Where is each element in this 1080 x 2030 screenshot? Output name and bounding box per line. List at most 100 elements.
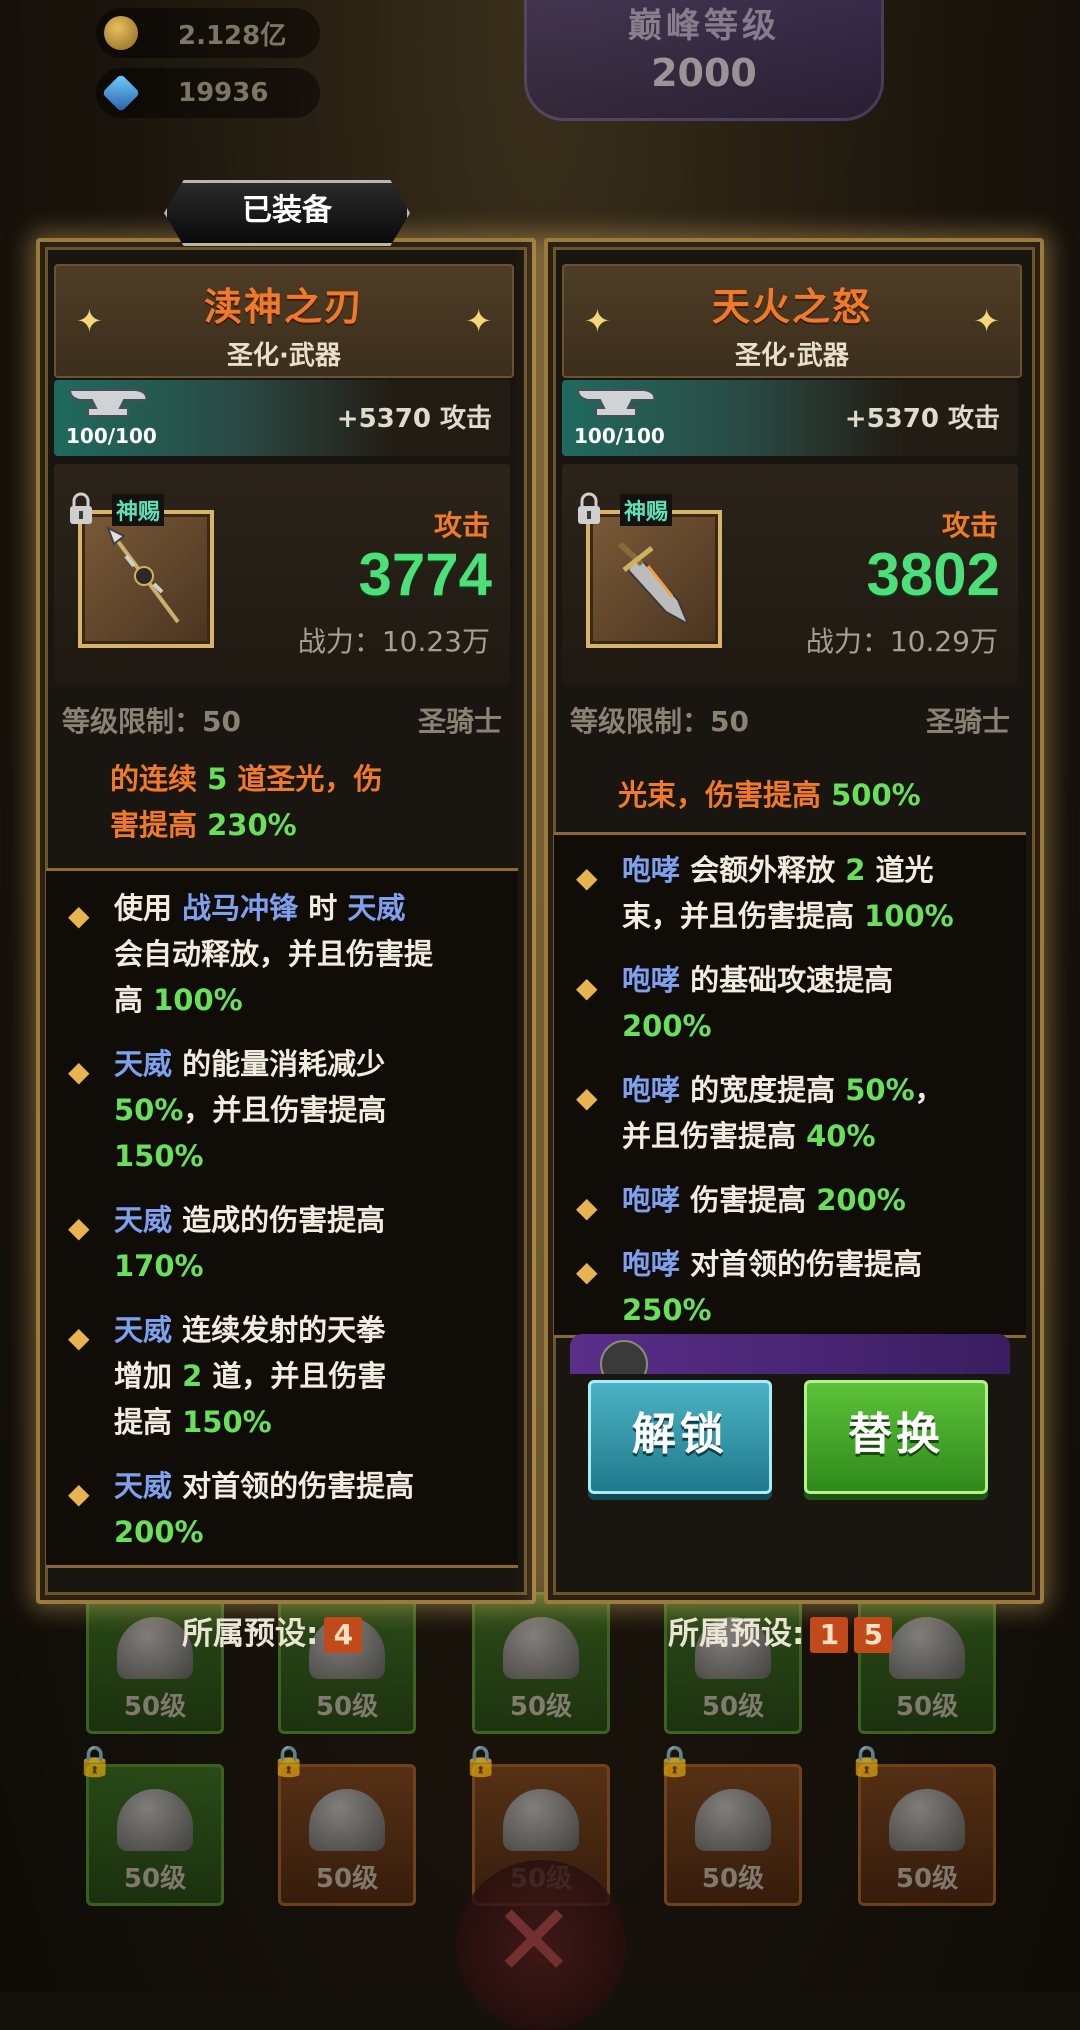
set-effect-text: 的连续 5 道圣光，伤 害提高 230% [110,762,383,842]
combat-power: 战力：10.29万 [805,625,998,658]
lock-icon[interactable] [574,492,604,526]
perks-panel: ◆ 使用 战马冲锋 时 天威 会自动释放，并且伤害提高 100% ◆ 天威 的能量… [46,868,518,1568]
lock-icon: 🔒 [270,1744,308,1779]
perk-item: ◆ 咆哮 会额外释放 2 道光 束，并且伤害提高 100% [576,853,954,933]
perk-item: ◆ 使用 战马冲锋 时 天威 会自动释放，并且伤害提高 100% [68,891,434,1017]
helmet-icon [889,1789,965,1851]
level-requirement: 等级限制：50 [570,705,749,738]
requirement-row: 等级限制：50 圣骑士 [562,692,1018,744]
item-name: 渎神之刃 [203,285,364,329]
diamond-bullet-icon: ◆ [68,1477,90,1510]
forge-bonus: +5370 攻击 [336,404,492,434]
replace-button[interactable]: 替换 [804,1380,988,1494]
preset-badge[interactable]: 1 [810,1617,849,1653]
bg-slot[interactable]: 50级 [664,1764,802,1906]
forge-count: 100/100 [66,424,157,448]
preset-label: 所属预设: [668,1616,805,1652]
lock-icon: 🔒 [848,1744,886,1779]
gold-counter: 2.128亿 [96,8,320,58]
perk-item: ◆ 天威 的能量消耗减少 50%，并且伤害提高 150% [68,1047,387,1173]
diamond-bullet-icon: ◆ [576,861,598,894]
item-title-plate: ✦ ✦ 渎神之刃 圣化·武器 [54,264,514,378]
combat-power: 战力：10.23万 [297,625,490,658]
requirement-row: 等级限制：50 圣骑士 [54,692,510,744]
item-icon-frame[interactable] [78,510,214,648]
item-icon-frame[interactable] [586,510,722,648]
anvil-icon [68,389,148,417]
divine-label: 神赐 [620,494,673,526]
sparkle-icon: ✦ [973,302,1000,340]
gem-icon [101,73,141,113]
item-title-plate: ✦ ✦ 天火之怒 圣化·武器 [562,264,1022,378]
gem-amount: 19936 [178,78,269,108]
diamond-bullet-icon: ◆ [576,1255,598,1288]
equipped-tag: 已装备 [164,180,410,246]
preset-label: 所属预设: [182,1616,319,1652]
item-type: 圣化·武器 [227,341,341,371]
gold-amount: 2.128亿 [178,20,287,51]
diamond-bullet-icon: ◆ [68,899,90,932]
sparkle-icon: ✦ [584,302,611,340]
lock-icon: 🔒 [462,1744,500,1779]
stat-box: 神赐 攻击 3802 战力：10.29万 [562,464,1018,684]
gem-counter: 19936 [96,68,320,118]
helmet-icon [889,1617,965,1679]
diamond-bullet-icon: ◆ [576,1081,598,1114]
divine-label: 神赐 [112,494,165,526]
helmet-icon [117,1789,193,1851]
perk-item: ◆ 咆哮 的基础攻速提高 200% [576,963,894,1043]
helmet-icon [600,1340,648,1374]
attack-label: 攻击 [433,509,490,542]
forge-bar: 100/100 +5370 攻击 [562,380,1018,456]
spear-icon [106,526,180,624]
lock-icon: 🔒 [76,1744,114,1779]
compare-item-card: ✦ ✦ 天火之怒 圣化·武器 100/100 +5370 攻击 神赐 攻击 38… [544,238,1044,1604]
diamond-bullet-icon: ◆ [68,1211,90,1244]
forge-bar: 100/100 +5370 攻击 [54,380,510,456]
unlock-button[interactable]: 解锁 [588,1380,772,1494]
close-icon: ✕ [492,1882,576,1999]
perk-item: ◆ 天威 对首领的伤害提高 200% [68,1469,415,1549]
right-preset-row: 所属预设: 1 5 [668,1608,893,1653]
left-preset-row: 所属预设: 4 [182,1608,363,1653]
sparkle-icon: ✦ [465,302,492,340]
close-button[interactable]: ✕ [456,1860,626,2030]
preset-badge[interactable]: 4 [324,1617,363,1653]
diamond-bullet-icon: ◆ [576,1191,598,1224]
helmet-icon [503,1617,579,1679]
sparkle-icon: ✦ [76,302,103,340]
bg-slot[interactable]: 50级 [278,1764,416,1906]
sword-icon [617,541,691,627]
helmet-icon [695,1789,771,1851]
attack-label: 攻击 [941,509,998,542]
diamond-bullet-icon: ◆ [68,1055,90,1088]
set-effect-text: 光束，伤害提高 500% [618,778,921,812]
perks-panel: ◆ 咆哮 会额外释放 2 道光 束，并且伤害提高 100% ◆ 咆哮 的基础攻速提… [554,832,1026,1338]
bg-slot[interactable]: 50级 [472,1592,610,1734]
gold-coin-icon [104,16,138,50]
helmet-icon [503,1789,579,1851]
helmet-icon [309,1789,385,1851]
class-requirement: 圣骑士 [925,705,1010,738]
item-type: 圣化·武器 [735,341,849,371]
perk-item: ◆ 咆哮 的宽度提高 50%， 并且伤害提高 40% [576,1073,944,1153]
peak-level-title: 巅峰等级 [628,6,780,46]
lock-icon[interactable] [66,492,96,526]
bg-slot[interactable]: 50级 [858,1764,996,1906]
peak-level-banner: 巅峰等级 2000 [524,0,884,121]
perk-item: ◆ 咆哮 对首领的伤害提高 250% [576,1247,923,1327]
forge-count: 100/100 [574,424,665,448]
skill-slot-bar [570,1334,1010,1374]
bg-slot[interactable]: 50级 [86,1764,224,1906]
attack-value: 3802 [866,541,1000,608]
equipped-item-card: ✦ ✦ 渎神之刃 圣化·武器 100/100 +5370 攻击 神赐 攻击 37… [36,238,536,1604]
perk-item: ◆ 天威 造成的伤害提高 170% [68,1203,386,1283]
preset-badge[interactable]: 5 [854,1617,893,1653]
class-requirement: 圣骑士 [417,705,502,738]
stat-box: 神赐 攻击 3774 战力：10.23万 [54,464,510,684]
perk-item: ◆ 咆哮 伤害提高 200% [554,1177,1026,1224]
item-name: 天火之怒 [711,285,872,329]
diamond-bullet-icon: ◆ [68,1321,90,1354]
perk-item: ◆ 天威 连续发射的天拳 增加 2 道，并且伤害 提高 150% [68,1313,387,1439]
level-requirement: 等级限制：50 [62,705,241,738]
